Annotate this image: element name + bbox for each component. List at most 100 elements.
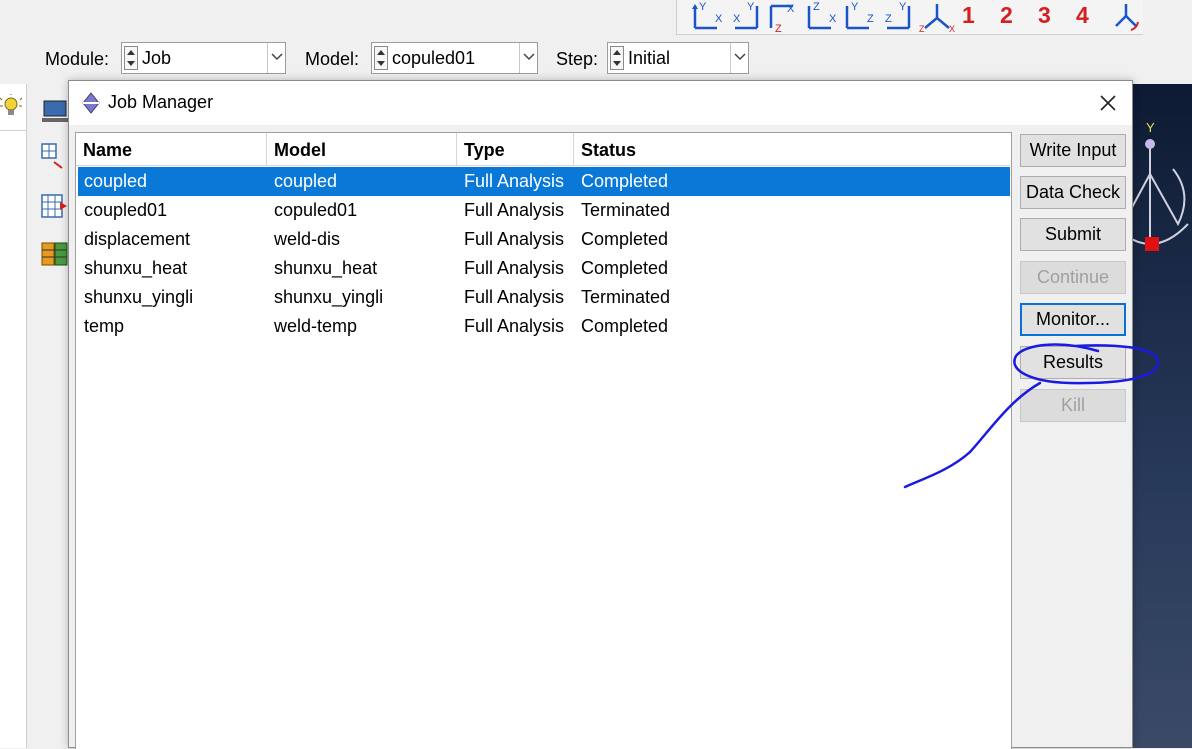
job-toolbox — [30, 84, 70, 748]
jobs-table: Name Model Type Status coupled coupled F… — [75, 132, 1012, 749]
table-row[interactable]: displacement weld-dis Full Analysis Comp… — [78, 225, 1010, 254]
job-name-cell: displacement — [84, 229, 191, 249]
job-status-cell: Completed — [581, 258, 669, 278]
table-row[interactable]: coupled coupled Full Analysis Completed — [78, 167, 1010, 196]
chevron-down-icon[interactable] — [730, 43, 748, 73]
view-yx-icon[interactable]: Y X — [689, 0, 729, 34]
job-model-cell: weld-dis — [274, 229, 341, 249]
job-type-cell: Full Analysis — [464, 171, 565, 191]
model-value: copuled01 — [392, 48, 476, 68]
module-spinner[interactable] — [124, 46, 138, 70]
job-name-cell: shunxu_yingli — [84, 287, 194, 307]
svg-text:Z: Z — [775, 23, 782, 34]
model-viewport[interactable]: Y — [1133, 84, 1192, 748]
job-coexecution-icon[interactable] — [40, 240, 70, 270]
job-type-cell: Full Analysis — [464, 287, 565, 307]
continue-button[interactable]: Continue — [1020, 261, 1126, 294]
view-yz-icon[interactable]: Y Z — [841, 0, 881, 34]
context-bar: Module: Job Model: copuled01 Step: Initi… — [0, 36, 1192, 82]
column-header-type[interactable]: Type — [457, 133, 574, 166]
data-check-button[interactable]: Data Check — [1020, 176, 1126, 209]
job-create-grid-icon[interactable] — [40, 142, 70, 172]
job-status-cell: Terminated — [581, 200, 671, 220]
column-header-name[interactable]: Name — [76, 133, 267, 166]
svg-text:X: X — [949, 24, 955, 34]
step-label: Step: — [556, 49, 599, 69]
table-row[interactable]: shunxu_heat shunxu_heat Full Analysis Co… — [78, 254, 1010, 283]
svg-text:X: X — [733, 13, 741, 25]
svg-text:Z: Z — [919, 24, 925, 34]
dialog-titlebar[interactable]: Job Manager — [69, 81, 1132, 125]
job-type-cell: Full Analysis — [464, 229, 565, 249]
job-status-cell: Completed — [581, 171, 669, 191]
step-spinner[interactable] — [610, 46, 624, 70]
job-name-cell: coupled01 — [84, 200, 168, 220]
view-number-4[interactable]: 4 — [1076, 2, 1089, 29]
module-combo[interactable]: Job — [121, 42, 286, 74]
table-row[interactable]: coupled01 copuled01 Full Analysis Termin… — [78, 196, 1010, 225]
kill-button[interactable]: Kill — [1020, 389, 1126, 422]
view-zx-icon[interactable]: Z X — [765, 0, 805, 34]
results-button[interactable]: Results — [1020, 346, 1126, 379]
svg-text:Z: Z — [813, 1, 820, 13]
view-xy-icon[interactable]: X Y — [727, 0, 767, 34]
job-adaptivity-icon[interactable] — [40, 192, 70, 222]
view-toolbar: Y X X Y Z X Z X Y Z Z Y Z X 1 2 3 4 — [676, 0, 1143, 35]
job-name-cell: coupled — [84, 171, 148, 191]
module-label: Module: — [45, 49, 110, 69]
view-number-2[interactable]: 2 — [1000, 2, 1013, 29]
monitor-button[interactable]: Monitor... — [1020, 303, 1126, 336]
module-value: Job — [142, 48, 172, 68]
view-iso-icon[interactable]: Z X — [917, 0, 957, 34]
job-status-cell: Completed — [581, 316, 669, 336]
svg-text:Z: Z — [867, 13, 874, 25]
abaqus-dialog-icon — [82, 92, 100, 114]
close-icon[interactable] — [1098, 93, 1118, 113]
job-model-cell: weld-temp — [274, 316, 358, 336]
job-model-cell: copuled01 — [274, 200, 358, 220]
svg-text:Y: Y — [699, 1, 707, 13]
dialog-title: Job Manager — [108, 92, 214, 112]
table-row[interactable]: shunxu_yingli shunxu_yingli Full Analysi… — [78, 283, 1010, 312]
job-computer-icon[interactable] — [40, 96, 70, 126]
job-model-cell: shunxu_heat — [274, 258, 378, 278]
svg-text:X: X — [829, 13, 837, 25]
svg-text:Y: Y — [747, 1, 755, 13]
view-number-3[interactable]: 3 — [1038, 2, 1051, 29]
left-panel-strip — [0, 84, 27, 748]
svg-text:X: X — [787, 3, 795, 15]
job-type-cell: Full Analysis — [464, 258, 565, 278]
job-name-cell: temp — [84, 316, 125, 336]
step-value: Initial — [628, 48, 671, 68]
tip-cell — [0, 84, 26, 131]
column-header-model[interactable]: Model — [267, 133, 457, 166]
job-type-cell: Full Analysis — [464, 316, 565, 336]
svg-text:Y: Y — [899, 1, 907, 13]
view-number-1[interactable]: 1 — [962, 2, 975, 29]
svg-text:Z: Z — [885, 13, 892, 25]
model-combo[interactable]: copuled01 — [371, 42, 538, 74]
job-status-cell: Terminated — [581, 287, 671, 307]
view-reset-icon[interactable] — [1109, 0, 1143, 34]
lightbulb-icon[interactable] — [0, 94, 22, 120]
job-status-cell: Completed — [581, 229, 669, 249]
viewport-axis-label: Y — [1146, 120, 1155, 135]
view-zy-icon[interactable]: Z Y — [879, 0, 919, 34]
step-combo[interactable]: Initial — [607, 42, 749, 74]
job-type-cell: Full Analysis — [464, 200, 565, 220]
table-row[interactable]: temp weld-temp Full Analysis Completed — [78, 312, 1010, 341]
viewport-triad-model: Y — [1133, 120, 1189, 251]
job-model-cell: coupled — [274, 171, 338, 191]
column-header-status[interactable]: Status — [574, 133, 1010, 166]
write-input-button[interactable]: Write Input — [1020, 134, 1126, 167]
chevron-down-icon[interactable] — [267, 43, 285, 73]
model-spinner[interactable] — [374, 46, 388, 70]
job-name-cell: shunxu_heat — [84, 258, 188, 278]
svg-text:Y: Y — [851, 1, 859, 13]
chevron-down-icon[interactable] — [519, 43, 537, 73]
model-label: Model: — [305, 49, 360, 69]
submit-button[interactable]: Submit — [1020, 218, 1126, 251]
job-manager-dialog: Job Manager Name Model Type Status coupl… — [68, 80, 1133, 749]
view-xz-icon[interactable]: Z X — [803, 0, 843, 34]
svg-text:X: X — [715, 13, 723, 25]
